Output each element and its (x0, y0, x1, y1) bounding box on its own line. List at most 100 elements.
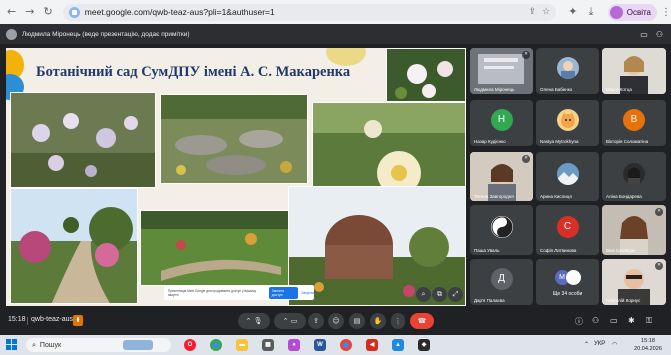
participant-name: Олена Бабенко (540, 87, 573, 92)
app-icon[interactable]: ◆ (418, 339, 430, 351)
presenter-bar: Людмила Міронець (веде презентацію, дода… (0, 24, 671, 44)
browser-menu-icon[interactable]: ⋮ (661, 7, 671, 18)
file-explorer-icon[interactable]: ▬ (236, 339, 248, 351)
red-app-icon[interactable]: ◀ (366, 339, 378, 351)
participant-tile[interactable]: Арина Кислиця (536, 152, 599, 201)
participant-name: Людмила Міронець (474, 87, 515, 92)
yin-yang-avatar-icon (490, 216, 513, 238)
participant-name: Софія Литвинова (540, 248, 577, 253)
chrome-icon[interactable] (210, 339, 222, 351)
screen: ← → ↻ meet.google.com/qwb-teaz-aus?pli=1… (0, 0, 671, 355)
zoom-icon[interactable]: ⌕ (416, 287, 431, 302)
participant-name: Ольга Котца (606, 87, 632, 92)
meeting-controls-bar: 15:18 qwb-teaz-aus ▮ ⌃ 🎙 ⌃ ▭ ⇪ ☺ ▤ ✋ ⋮ ☎… (0, 308, 671, 335)
stacked-avatars: М (553, 270, 583, 286)
participant-name: Назар Кудієнко (474, 139, 506, 144)
more-participants-tile[interactable]: М Ще 34 особи (536, 259, 599, 305)
store-icon[interactable]: ▦ (262, 339, 274, 351)
letter-avatar: Н (490, 109, 513, 132)
search-icon: ⌕ (32, 340, 36, 349)
meeting-code: qwb-teaz-aus (31, 316, 74, 323)
participant-tile[interactable]: Nastya Mytrokhyna (536, 100, 599, 146)
mic-off-icon: ✕ (522, 155, 530, 163)
reload-icon[interactable]: ↻ (42, 5, 55, 19)
participant-tile[interactable]: ✕ Людмила Міронець (470, 48, 533, 94)
mic-options-button[interactable]: ⌃ 🎙 (238, 313, 270, 329)
extensions-icon[interactable]: ✦ (566, 5, 579, 19)
search-placeholder: Пошук (39, 341, 62, 349)
participant-tile[interactable]: Олена Бабенко (536, 48, 599, 94)
clock-time: 15:18 (641, 338, 655, 344)
participant-tile[interactable]: ✕ Тетяна Завгородня (470, 152, 533, 201)
word-icon[interactable]: W (314, 339, 326, 351)
windows-start-icon[interactable] (6, 339, 18, 351)
profile-name: Освіта (626, 7, 651, 17)
presentation-slide: Ботанічний сад СумДПУ імені А. С. Макаре… (6, 48, 466, 306)
forward-icon[interactable]: → (23, 5, 36, 19)
participant-tile[interactable]: Н Назар Кудієнко (470, 100, 533, 146)
consent-close-button[interactable]: Закрити (301, 291, 314, 295)
participant-tile[interactable]: Аліна Бондарева (602, 152, 666, 201)
participant-tile[interactable]: ✕ Віка Сагайдак (602, 205, 666, 255)
opera-icon[interactable]: O (184, 339, 196, 351)
browser-toolbar: ← → ↻ meet.google.com/qwb-teaz-aus?pli=1… (0, 0, 671, 24)
wifi-icon[interactable]: ◠ (612, 341, 617, 348)
url-text[interactable]: meet.google.com/qwb-teaz-aus?pli=1&authu… (85, 7, 523, 17)
language-indicator[interactable]: УКР (594, 341, 605, 347)
site-info-icon[interactable] (68, 6, 80, 18)
captions-button[interactable]: ▤ (349, 313, 365, 329)
cat-avatar-icon (556, 109, 579, 132)
info-icon[interactable]: ⓘ (575, 316, 583, 327)
back-icon[interactable]: ← (5, 5, 18, 19)
letter-avatar: С (556, 216, 579, 238)
taskbar-clock[interactable]: 15:18 20.04.2026 (629, 337, 667, 353)
present-button[interactable]: ⇪ (308, 313, 324, 329)
share-icon[interactable]: ⇪ (529, 7, 537, 17)
consent-change-button[interactable]: Змінити доступ (268, 286, 299, 299)
more-participants-label: Ще 34 особи (552, 291, 583, 297)
taskbar-search[interactable]: ⌕ Пошук (26, 338, 171, 352)
more-options-button[interactable]: ⋮ (391, 313, 405, 329)
participant-name: Арина Кислиця (540, 194, 572, 199)
presenter-avatar (6, 28, 17, 40)
address-bar[interactable]: meet.google.com/qwb-teaz-aus?pli=1&authu… (62, 3, 557, 21)
host-controls-icon[interactable]: ⚿ (646, 316, 652, 326)
pictures-icon[interactable]: ▲ (392, 339, 404, 351)
leave-call-button[interactable]: ☎ (410, 313, 434, 329)
chrome-active-icon[interactable] (340, 339, 352, 351)
open-new-window-icon[interactable]: ⧉ (432, 287, 447, 302)
participant-name: Дар'я Палаєва (474, 298, 505, 303)
emoji-button[interactable]: ☺ (328, 313, 344, 329)
slide-photo-peonies-white (386, 48, 466, 102)
bookmark-star-icon[interactable]: ☆ (542, 7, 550, 17)
participant-tile[interactable]: С Софія Литвинова (536, 205, 599, 255)
raise-hand-button[interactable]: ✋ (370, 313, 386, 329)
download-icon[interactable]: ⤓ (584, 5, 597, 19)
participant-tile[interactable]: Ольга Котца (602, 48, 666, 94)
slide-photo-pasque-flowers (10, 92, 156, 188)
camera-options-button[interactable]: ⌃ ▭ (274, 313, 306, 329)
consent-text: Презентація Meet Google для продовжити д… (168, 288, 257, 297)
consent-banner: Презентація Meet Google для продовжити д… (164, 285, 314, 300)
people-icon[interactable]: ⚇ (592, 316, 599, 325)
fullscreen-icon[interactable]: ⤢ (448, 287, 463, 302)
chat-icon[interactable]: ▭ (610, 316, 618, 325)
participant-tile[interactable]: Д Дар'я Палаєва (470, 259, 533, 305)
letter-avatar: В (623, 109, 645, 132)
slide-title: Ботанічний сад СумДПУ імені А. С. Макаре… (36, 64, 351, 80)
people-icon[interactable]: ⚇ (656, 30, 663, 39)
media-icon[interactable]: ● (288, 339, 300, 351)
slide-photo-lawn-path (140, 210, 290, 286)
participant-tile[interactable]: В Вікторія Соломатіна (602, 100, 666, 146)
profile-avatar (609, 5, 623, 19)
tray-chevron-icon[interactable]: ⌃ (584, 341, 589, 348)
layout-icon[interactable]: ▭ (640, 30, 648, 39)
mic-off-icon: ✕ (655, 208, 663, 216)
participant-tile[interactable]: ✕ Анатолій Корнус (602, 259, 666, 305)
profile-chip[interactable]: Освіта (607, 3, 657, 21)
participant-name: Аліна Бондарева (606, 194, 642, 199)
mic-off-icon: ✕ (655, 262, 663, 270)
presentation-chip-icon[interactable]: ▮ (73, 315, 83, 326)
participant-tile[interactable]: Паша Уваль (470, 205, 533, 255)
activities-icon[interactable]: ✱ (628, 316, 635, 325)
